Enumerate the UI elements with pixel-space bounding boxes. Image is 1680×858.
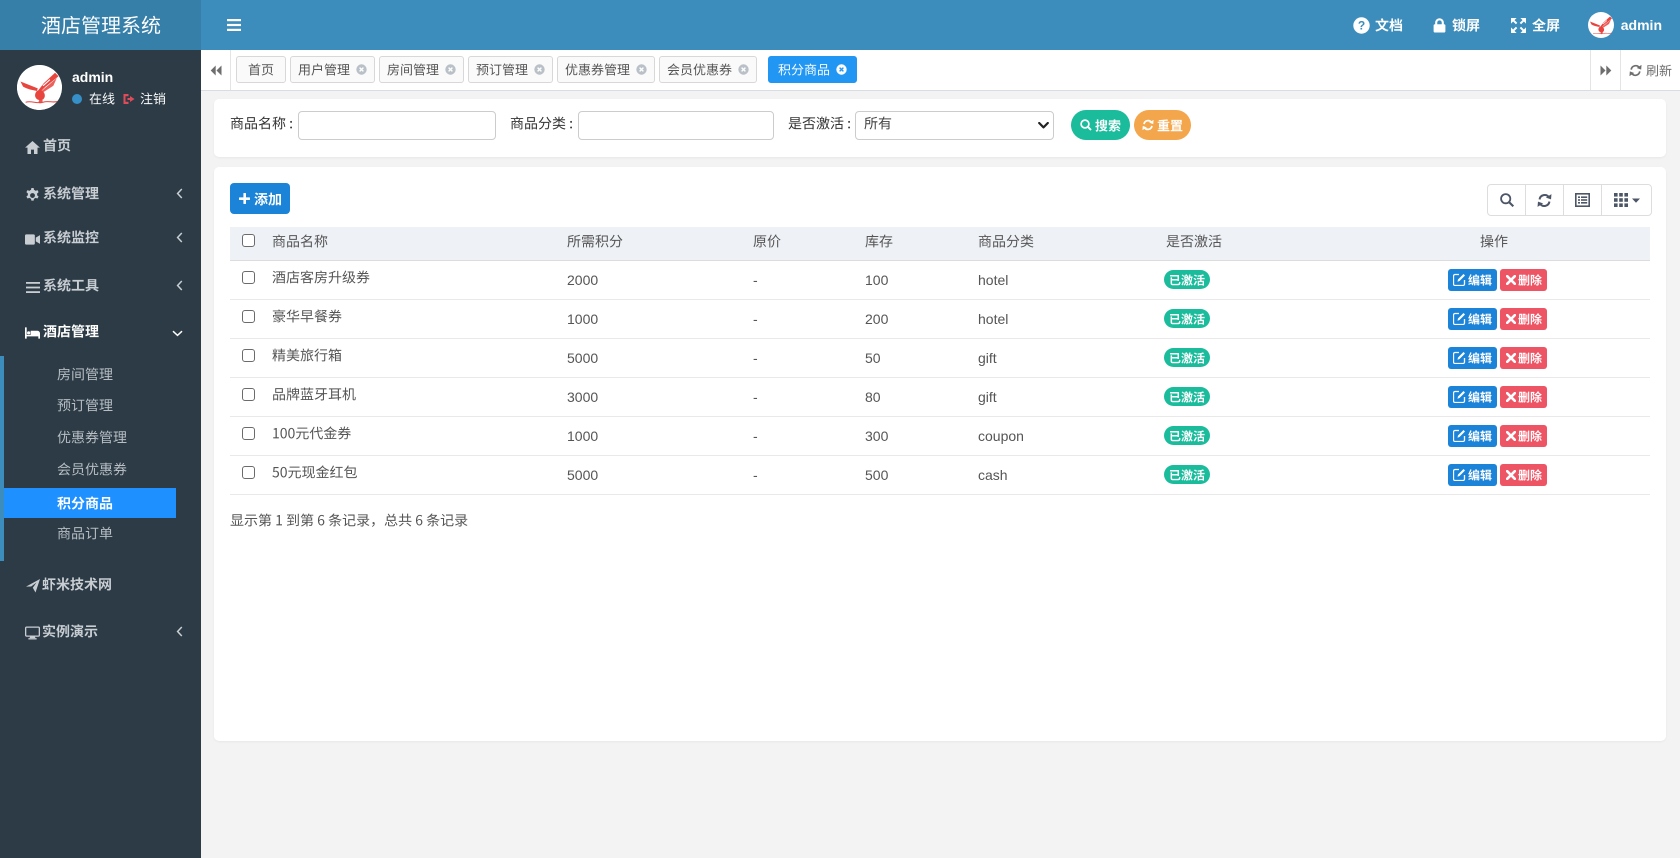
svg-text:?: ?: [1358, 18, 1365, 32]
